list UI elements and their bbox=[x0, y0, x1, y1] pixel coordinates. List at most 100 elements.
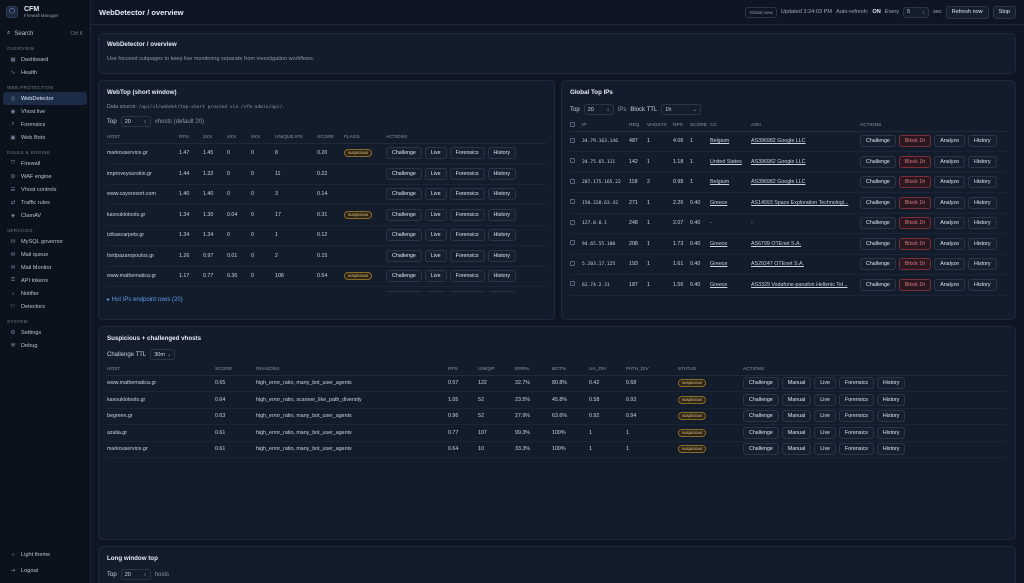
table-row[interactable]: www.mathematica.gr 1.17 0.77 0.36 0 108 0.54 su… bbox=[107, 266, 546, 287]
sidebar-item-mail-monitor[interactable]: ✉ Mail Monitor bbox=[3, 261, 87, 274]
table-row[interactable]: 150.228.63.42 271 1 2.26 0.40 Greece AS14593 S… bbox=[570, 192, 1007, 214]
table-row[interactable]: markouservice.gr 1.47 1.45 0 0 8 0.20 suspiciou… bbox=[107, 143, 546, 164]
analyze-button[interactable]: Analyze bbox=[934, 237, 966, 250]
analyze-button[interactable]: Analyze bbox=[934, 135, 966, 148]
forensics-button[interactable]: Forensics bbox=[449, 290, 485, 292]
live-button[interactable]: Live bbox=[424, 270, 447, 283]
refresh-now-button[interactable]: Refresh now bbox=[945, 5, 989, 19]
block-1h-button[interactable]: Block 1h bbox=[898, 176, 932, 189]
sidebar-item-webdetector[interactable]: ◎ WebDetector bbox=[3, 92, 87, 105]
webtop-table-wrap[interactable]: HOST RPS 2XX 4XX 5XX UNIQUE IPS SCORE FLAGS ACTI… bbox=[107, 132, 546, 292]
history-button[interactable]: History bbox=[968, 217, 997, 230]
row-checkbox[interactable] bbox=[570, 213, 582, 234]
table-row[interactable]: 34.79.163.146 487 1 4.06 1 Belgium AS396982 Go… bbox=[570, 131, 1007, 152]
sidebar-item-notifier[interactable]: ♪ Notifier bbox=[3, 287, 87, 300]
history-button[interactable]: History bbox=[968, 135, 997, 148]
forensics-button[interactable]: Forensics bbox=[449, 208, 485, 221]
table-row[interactable]: 207.175.165.22 118 2 0.98 1 Belgium AS396982 G… bbox=[570, 172, 1007, 193]
sidebar-item-light-theme[interactable]: ☼ Light theme bbox=[3, 547, 87, 563]
autorefresh-toggle[interactable]: ON bbox=[872, 9, 880, 15]
analyze-button[interactable]: Analyze bbox=[934, 258, 966, 271]
table-row[interactable]: 127.0.0.1 248 1 2.07 0.40- - Challenge Block 1h… bbox=[570, 213, 1007, 234]
challenge-button[interactable]: Challenge bbox=[386, 270, 422, 283]
row-checkbox[interactable] bbox=[570, 274, 582, 296]
sidebar-item-api-tokens[interactable]: ⚿ API tokens bbox=[3, 274, 87, 287]
history-button[interactable]: History bbox=[876, 426, 906, 439]
history-button[interactable]: History bbox=[968, 258, 997, 271]
block-1h-button[interactable]: Block 1h bbox=[898, 258, 932, 271]
sidebar-item-mail-queue[interactable]: ✉ Mail queue bbox=[3, 248, 87, 261]
forensics-button[interactable]: Forensics bbox=[838, 393, 874, 406]
history-button[interactable]: History bbox=[968, 196, 997, 209]
table-row[interactable]: 62.74.2.31 187 1 1.56 0.40 Greece AS3329 Vodaf… bbox=[570, 274, 1007, 296]
forensics-button[interactable]: Forensics bbox=[449, 270, 485, 283]
forensics-button[interactable]: Forensics bbox=[838, 426, 874, 439]
sidebar-item-clamav[interactable]: ◈ ClamAV bbox=[3, 209, 87, 222]
history-button[interactable]: History bbox=[487, 147, 517, 160]
live-button[interactable]: Live bbox=[424, 167, 447, 180]
challenge-button[interactable]: Challenge bbox=[743, 426, 779, 439]
sidebar-item-health[interactable]: ∿ Health bbox=[3, 66, 87, 79]
table-row[interactable]: 5.203.17.125 193 1 1.61 0.40 Greece AS29247 OT… bbox=[570, 254, 1007, 275]
table-row[interactable]: tzikascarpets.gr 1.34 1.34 0 0 1 0.12 Challenge… bbox=[107, 225, 546, 246]
sidebar-item-vhost-controls[interactable]: ☰ Vhost controls bbox=[3, 183, 87, 196]
table-row[interactable]: electroexpert.gr1.060.890.21050.52 Challe… bbox=[107, 286, 546, 292]
manual-button[interactable]: Manual bbox=[781, 426, 812, 439]
table-row[interactable]: azalia.gr 0.61 high_error_ratio, many_bot_… bbox=[107, 424, 1007, 442]
challenge-button[interactable]: Challenge bbox=[860, 258, 896, 271]
sidebar-item-mysql-governor[interactable]: ⛁ MySQL governor bbox=[3, 235, 87, 248]
forensics-button[interactable]: Forensics bbox=[449, 249, 485, 262]
forensics-button[interactable]: Forensics bbox=[449, 229, 485, 242]
row-checkbox[interactable] bbox=[570, 192, 582, 214]
manual-button[interactable]: Manual bbox=[781, 377, 812, 390]
sidebar-item-debug[interactable]: ⚒ Debug bbox=[3, 339, 87, 352]
row-checkbox[interactable] bbox=[570, 233, 582, 255]
live-button[interactable]: Live bbox=[814, 393, 836, 406]
history-button[interactable]: History bbox=[968, 278, 997, 291]
history-button[interactable]: History bbox=[487, 249, 517, 262]
live-button[interactable]: Live bbox=[424, 290, 447, 292]
row-checkbox[interactable] bbox=[570, 151, 582, 173]
challenge-button[interactable]: Challenge bbox=[743, 377, 779, 390]
challenge-button[interactable]: Challenge bbox=[386, 229, 422, 242]
sidebar-item-waf-engine[interactable]: ⚙ WAF engine bbox=[3, 170, 87, 183]
challenge-button[interactable]: Challenge bbox=[386, 208, 422, 221]
live-button[interactable]: Live bbox=[424, 249, 447, 262]
sidebar-item-dashboard[interactable]: ▦ Dashboard bbox=[3, 53, 87, 66]
sidebar-item-web-bots[interactable]: ▣ Web Bots bbox=[3, 131, 87, 144]
live-button[interactable]: Live bbox=[424, 188, 447, 201]
history-button[interactable]: History bbox=[876, 410, 906, 423]
challenge-button[interactable]: Challenge bbox=[743, 410, 779, 423]
challenge-button[interactable]: Challenge bbox=[860, 176, 896, 189]
sidebar-item-settings[interactable]: ⚙ Settings bbox=[3, 326, 87, 339]
manual-button[interactable]: Manual bbox=[781, 410, 812, 423]
table-row[interactable]: 94.65.55.100 208 1 1.73 0.40 Greece AS6799 OTE… bbox=[570, 233, 1007, 255]
live-button[interactable]: Live bbox=[814, 443, 836, 456]
analyze-button[interactable]: Analyze bbox=[934, 196, 966, 209]
forensics-button[interactable]: Forensics bbox=[838, 443, 874, 456]
table-row[interactable]: www.mathematica.gr 0.65 high_error_ratio, … bbox=[107, 375, 1007, 392]
block-1h-button[interactable]: Block 1h bbox=[898, 135, 932, 148]
stop-button[interactable]: Stop bbox=[992, 5, 1016, 19]
challenge-button[interactable]: Challenge bbox=[860, 196, 896, 209]
table-row[interactable]: markouservice.gr 0.61 high_error_ratio, ma… bbox=[107, 441, 1007, 458]
history-button[interactable]: History bbox=[487, 188, 517, 201]
challenge-button[interactable]: Challenge bbox=[860, 217, 896, 230]
history-button[interactable]: History bbox=[487, 167, 517, 180]
forensics-button[interactable]: Forensics bbox=[449, 147, 485, 160]
live-button[interactable]: Live bbox=[424, 229, 447, 242]
analyze-button[interactable]: Analyze bbox=[934, 176, 966, 189]
history-button[interactable]: History bbox=[876, 443, 906, 456]
history-button[interactable]: History bbox=[487, 229, 517, 242]
sidebar-item-detectors[interactable]: ⚐ Detectors bbox=[3, 300, 87, 313]
live-button[interactable]: Live bbox=[424, 147, 447, 160]
sidebar-item-logout[interactable]: ⇥ Logout bbox=[3, 563, 87, 579]
history-button[interactable]: History bbox=[487, 270, 517, 283]
sidebar-item-vhost-live[interactable]: ◉ Vhost live bbox=[3, 105, 87, 118]
row-checkbox[interactable] bbox=[570, 172, 582, 193]
table-row[interactable]: fordpazaropoulos.gr 1.26 0.97 0.01 0 2 0.15 Cha… bbox=[107, 245, 546, 267]
refresh-interval-input[interactable]: 5 ⇕ bbox=[903, 6, 930, 18]
table-row[interactable]: 34.75.65.111 142 1 1.18 1 United States AS3969… bbox=[570, 151, 1007, 173]
challenge-button[interactable]: Challenge bbox=[386, 290, 422, 292]
block-1h-button[interactable]: Block 1h bbox=[898, 217, 932, 230]
